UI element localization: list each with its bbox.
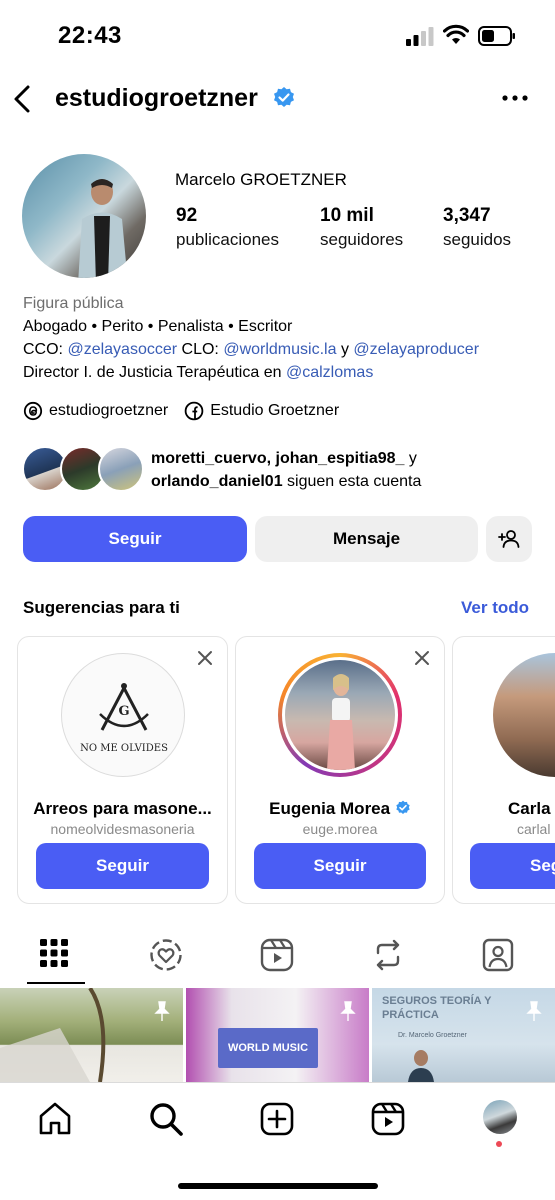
reposts-icon[interactable] <box>371 938 405 972</box>
suggestion-name-text: Eugenia Morea <box>269 799 391 818</box>
person-figure <box>408 1050 434 1082</box>
bio-line-1: Abogado • Perito • Penalista • Escritor <box>23 318 293 335</box>
world-music-screen: WORLD MUSIC <box>218 1028 318 1068</box>
more-horizontal-icon[interactable] <box>502 90 528 106</box>
bio-line-2: CCO: @zelayasoccer CLO: @worldmusic.la y… <box>23 338 479 361</box>
tagged-icon[interactable] <box>481 938 515 972</box>
suggestion-handle: nomeolvidesmasoneria <box>50 821 195 837</box>
close-icon[interactable] <box>414 650 430 666</box>
mutual-follower-2[interactable]: johan_espitia98_ <box>276 450 405 467</box>
bottom-navigation <box>0 1082 555 1200</box>
search-icon[interactable] <box>148 1101 184 1137</box>
message-button[interactable]: Mensaje <box>255 516 478 562</box>
notification-dot <box>496 1141 502 1147</box>
bio-clo-label: CLO: <box>181 341 219 358</box>
stat-followers-count[interactable]: 10 mil <box>320 205 374 227</box>
bio-cco-label: CCO: <box>23 341 63 358</box>
mutual-follower-1[interactable]: moretti_cuervo, <box>151 450 271 467</box>
active-tab-indicator <box>27 982 85 984</box>
mutual-follower-3[interactable]: orlando_daniel01 <box>151 473 283 490</box>
suggestion-name[interactable]: Carla <box>508 799 551 819</box>
stat-posts-count[interactable]: 92 <box>176 205 197 227</box>
person-figure <box>78 179 128 278</box>
profile-avatar-tab[interactable] <box>483 1100 517 1134</box>
stat-following-count[interactable]: 3,347 <box>443 205 491 227</box>
suggestion-follow-button[interactable]: Seguir <box>254 843 426 889</box>
reels-liked-icon[interactable] <box>149 938 183 972</box>
suggestion-avatar[interactable] <box>493 653 555 777</box>
close-icon[interactable] <box>197 650 213 666</box>
stat-followers-label[interactable]: seguidores <box>320 230 403 250</box>
masonic-logo: G NO ME OLVIDES <box>80 683 168 754</box>
suggestion-follow-button[interactable]: Seguir <box>36 843 209 889</box>
grid-post[interactable]: WORLD MUSIC <box>186 988 369 1082</box>
suggestions-title: Sugerencias para ti <box>23 598 180 617</box>
suggestion-name[interactable]: Eugenia Morea <box>236 799 444 819</box>
wifi-icon <box>443 24 469 44</box>
mutual-suffix: siguen esta cuenta <box>287 473 422 490</box>
mention-zelayasoccer[interactable]: @zelayasoccer <box>67 341 177 358</box>
suggestion-handle: euge.morea <box>302 821 378 837</box>
see-all-link[interactable]: Ver todo <box>461 598 529 618</box>
stat-following-label[interactable]: seguidos <box>443 230 511 250</box>
mention-zelayaproducer[interactable]: @zelayaproducer <box>353 341 479 358</box>
battery-icon <box>478 26 515 46</box>
mention-worldmusic[interactable]: @worldmusic.la <box>223 341 336 358</box>
profile-display-name: Marcelo GROETZNER <box>175 170 347 189</box>
add-person-icon <box>498 530 520 548</box>
logo-text: NO ME OLVIDES <box>80 743 168 754</box>
follow-button[interactable]: Seguir <box>23 516 247 562</box>
pin-icon <box>526 1001 542 1021</box>
grid-post[interactable]: SEGUROS TEORÍA Y PRÁCTICA Dr. Marcelo Gr… <box>372 988 555 1082</box>
stat-posts-label[interactable]: publicaciones <box>176 230 279 250</box>
suggestion-avatar-story-ring[interactable] <box>278 653 402 777</box>
grid-icon[interactable] <box>39 938 69 968</box>
verified-badge-icon <box>396 800 410 814</box>
suggest-users-button[interactable] <box>486 516 532 562</box>
mutual-followers-avatars[interactable] <box>22 446 144 492</box>
reels-icon[interactable] <box>370 1101 406 1137</box>
mutual-and: y <box>408 450 417 467</box>
grid-post[interactable] <box>0 988 183 1082</box>
profile-username: estudiogroetzner <box>55 84 258 112</box>
post-title: SEGUROS TEORÍA Y PRÁCTICA <box>382 995 492 1021</box>
pin-icon <box>154 1001 170 1021</box>
home-icon[interactable] <box>37 1101 73 1137</box>
bio-and: y <box>340 341 349 358</box>
cellular-signal-icon <box>406 27 434 46</box>
status-time: 22:43 <box>58 22 122 49</box>
suggestion-avatar[interactable]: G NO ME OLVIDES <box>60 653 185 777</box>
verified-badge-icon <box>274 87 294 107</box>
person-figure <box>327 674 355 770</box>
threads-icon[interactable] <box>23 401 43 421</box>
profile-tabs <box>0 930 555 986</box>
chevron-left-icon[interactable] <box>12 84 32 114</box>
reels-icon[interactable] <box>260 938 294 972</box>
suggestion-handle: carlal <box>517 821 551 837</box>
social-links: estudiogroetzner Estudio Groetzner <box>23 401 339 421</box>
pin-icon <box>340 1001 356 1021</box>
suggestion-card[interactable]: G NO ME OLVIDES Arreos para masone... no… <box>17 636 228 904</box>
bio-line-3: Director I. de Justicia Terapéutica en @… <box>23 361 373 384</box>
profile-category: Figura pública <box>23 295 124 312</box>
threads-link[interactable]: estudiogroetzner <box>49 402 168 420</box>
svg-text:G: G <box>118 704 129 719</box>
home-indicator <box>178 1183 378 1189</box>
mention-calzlomas[interactable]: @calzlomas <box>286 364 373 381</box>
follower-avatar <box>98 446 144 492</box>
bio-director-text: Director I. de Justicia Terapéutica en <box>23 364 282 381</box>
create-icon[interactable] <box>259 1101 295 1137</box>
suggestion-avatar-photo <box>282 657 398 773</box>
mutual-followers-text[interactable]: moretti_cuervo, johan_espitia98_ y orlan… <box>151 447 471 493</box>
suggestion-card[interactable]: Eugenia Morea euge.morea Seguir <box>235 636 445 904</box>
facebook-icon[interactable] <box>184 401 204 421</box>
suggestion-follow-button[interactable]: Seg <box>470 843 555 889</box>
post-author: Dr. Marcelo Groetzner <box>398 1032 467 1039</box>
suggestion-name[interactable]: Arreos para masone... <box>18 799 227 819</box>
facebook-link[interactable]: Estudio Groetzner <box>210 402 339 420</box>
profile-avatar[interactable] <box>22 154 146 278</box>
suggestion-card-partial[interactable]: Carla carlal Seg <box>452 636 555 904</box>
